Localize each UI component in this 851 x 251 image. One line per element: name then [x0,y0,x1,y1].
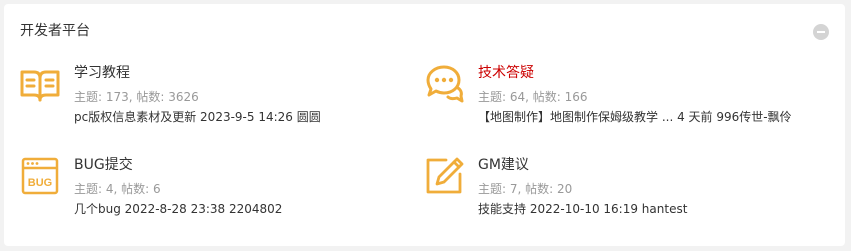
forum-stats: 主题: 4, 帖数: 6 [74,182,161,196]
panel-title: 开发者平台 [20,23,90,39]
forum-last-post: 技能支持 2022-10-10 16:19 hantest [478,201,687,217]
forum-last-post: pc版权信息素材及更新 2023-9-5 14:26 圆圆 [74,109,321,125]
forum-name[interactable]: BUG提交 [74,156,133,174]
forum-item-gm-suggestions: GM建议 主题: 7, 帖数: 20 技能支持 2022-10-10 16:19… [424,156,804,226]
forum-name[interactable]: 学习教程 [74,64,130,82]
forum-item-tech-qa: 技术答疑 主题: 64, 帖数: 166 【地图制作】地图制作保姆级教学 ...… [424,64,804,134]
forum-stats: 主题: 173, 帖数: 3626 [74,90,199,104]
developer-platform-panel: 开发者平台 学习教程 主题: 173, 帖数: 3626 pc版权信息素材及更新… [4,4,845,246]
last-post-meta: 4 天前 996传世-飘伶 [677,110,792,124]
forum-name[interactable]: 技术答疑 [478,64,534,82]
forum-name[interactable]: GM建议 [478,156,529,174]
forum-stats: 主题: 7, 帖数: 20 [478,182,573,196]
bug-icon-label: BUG [28,177,52,189]
last-post-link[interactable]: 几个bug [74,202,121,216]
forum-item-tutorials: 学习教程 主题: 173, 帖数: 3626 pc版权信息素材及更新 2023-… [20,64,400,134]
forum-item-bug-report: BUG BUG提交 主题: 4, 帖数: 6 几个bug 2022-8-28 2… [20,156,400,226]
last-post-meta: 2023-9-5 14:26 圆圆 [200,110,321,124]
last-post-link[interactable]: pc版权信息素材及更新 [74,110,196,124]
forum-last-post: 【地图制作】地图制作保姆级教学 ... 4 天前 996传世-飘伶 [478,109,792,125]
chat-bubbles-icon [426,65,464,103]
bug-window-icon: BUG [21,157,59,195]
collapse-button[interactable] [813,24,829,40]
last-post-meta: 2022-10-10 16:19 hantest [529,202,688,216]
book-icon [20,70,60,102]
edit-pencil-icon [426,157,464,194]
last-post-meta: 2022-8-28 23:38 2204802 [124,202,283,216]
forum-stats: 主题: 64, 帖数: 166 [478,90,588,104]
last-post-link[interactable]: 【地图制作】地图制作保姆级教学 ... [478,110,673,124]
forum-last-post: 几个bug 2022-8-28 23:38 2204802 [74,201,282,217]
last-post-link[interactable]: 技能支持 [478,202,526,216]
